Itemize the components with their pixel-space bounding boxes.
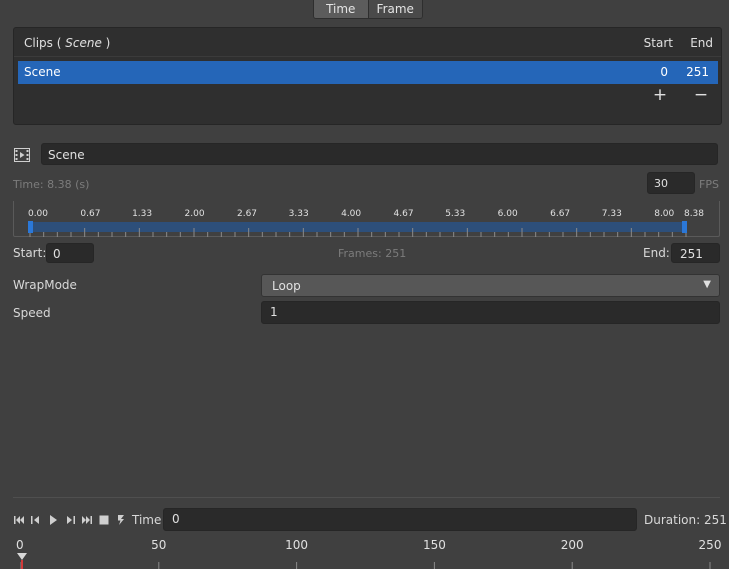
skip-to-start-icon[interactable]: [13, 514, 25, 526]
start-frame-input[interactable]: 0: [46, 243, 94, 263]
fps-input[interactable]: 30: [647, 172, 695, 194]
play-icon[interactable]: [47, 514, 59, 526]
view-mode-toggle: Time Frame: [313, 0, 423, 19]
playback-time-input[interactable]: 0: [163, 508, 637, 531]
step-forward-icon[interactable]: [64, 514, 76, 526]
timeline-ruler[interactable]: 0 50 100 150 200 250: [0, 536, 729, 569]
fps-label: FPS: [699, 178, 719, 191]
playback-time-label: Time: [132, 513, 162, 527]
speed-input[interactable]: 1: [261, 301, 720, 324]
timeline-label: 250: [699, 538, 722, 552]
range-end-handle[interactable]: [682, 221, 687, 233]
ruler-tick-label: 2.67: [237, 209, 257, 219]
ruler-tick-label: 4.67: [394, 209, 414, 219]
ruler-tick-label: 8.00: [654, 209, 674, 219]
end-frame-input[interactable]: 251: [671, 243, 720, 263]
ruler-tick-label: 5.33: [445, 209, 465, 219]
clip-duration-seconds: Time: 8.38 (s): [13, 178, 90, 191]
divider: [13, 497, 720, 498]
clips-header: Clips ( Scene ) Start End: [14, 28, 721, 57]
range-start-handle[interactable]: [28, 221, 33, 233]
column-header-end: End: [690, 36, 713, 50]
ruler-tick-label: 4.00: [341, 209, 361, 219]
clip-row[interactable]: Scene 0 251: [18, 61, 718, 84]
speed-label: Speed: [13, 306, 51, 320]
playhead-marker[interactable]: [17, 553, 27, 560]
ruler-tick-label: 7.33: [602, 209, 622, 219]
timeline-label: 100: [285, 538, 308, 552]
add-clip-button[interactable]: +: [652, 86, 668, 104]
wrapmode-select[interactable]: Loop ▼: [261, 274, 720, 297]
end-label: End:: [643, 246, 670, 260]
stop-icon[interactable]: [98, 514, 110, 526]
timeline-label: 150: [423, 538, 446, 552]
wrapmode-label: WrapMode: [13, 278, 77, 292]
duration-label: Duration: 251: [644, 513, 727, 527]
playhead-line: [21, 560, 23, 569]
clip-name-input[interactable]: Scene: [41, 143, 718, 165]
frames-count: Frames: 251: [338, 247, 407, 260]
record-key-icon[interactable]: [115, 514, 127, 526]
timeline-label: 200: [561, 538, 584, 552]
skip-to-end-icon[interactable]: [81, 514, 93, 526]
ruler-tick-label: 6.67: [550, 209, 570, 219]
chevron-down-icon: ▼: [703, 279, 711, 290]
ruler-tick-label: 6.00: [498, 209, 518, 219]
clip-range-ruler-marks: 0.00 0.67 1.33 2.00 2.67 3.33 4.00 4.67 5.33 6.00…: [28, 209, 704, 237]
clip-start: 0: [660, 65, 668, 79]
timeline-label: 0: [16, 538, 24, 552]
wrapmode-value: Loop: [272, 279, 301, 293]
step-back-icon[interactable]: [30, 514, 42, 526]
clips-title: Clips ( Scene ): [24, 36, 111, 50]
tab-frame[interactable]: Frame: [367, 0, 422, 18]
ruler-tick-label: 2.00: [185, 209, 205, 219]
tab-time[interactable]: Time: [314, 0, 368, 18]
ruler-tick-label: 1.33: [132, 209, 152, 219]
timeline-label: 50: [151, 538, 166, 552]
film-icon: [14, 148, 30, 162]
clip-name: Scene: [24, 65, 61, 79]
start-label: Start:: [13, 246, 47, 260]
clip-end: 251: [686, 65, 709, 79]
ruler-tick-label: 0.67: [80, 209, 100, 219]
ruler-tick-label: 3.33: [289, 209, 309, 219]
ruler-tick-label: 8.38: [684, 209, 704, 219]
clips-panel: Clips ( Scene ) Start End Scene 0 251 + …: [13, 27, 722, 125]
remove-clip-button[interactable]: −: [693, 86, 709, 104]
column-header-start: Start: [643, 36, 673, 50]
ruler-tick-label: 0.00: [28, 209, 48, 219]
